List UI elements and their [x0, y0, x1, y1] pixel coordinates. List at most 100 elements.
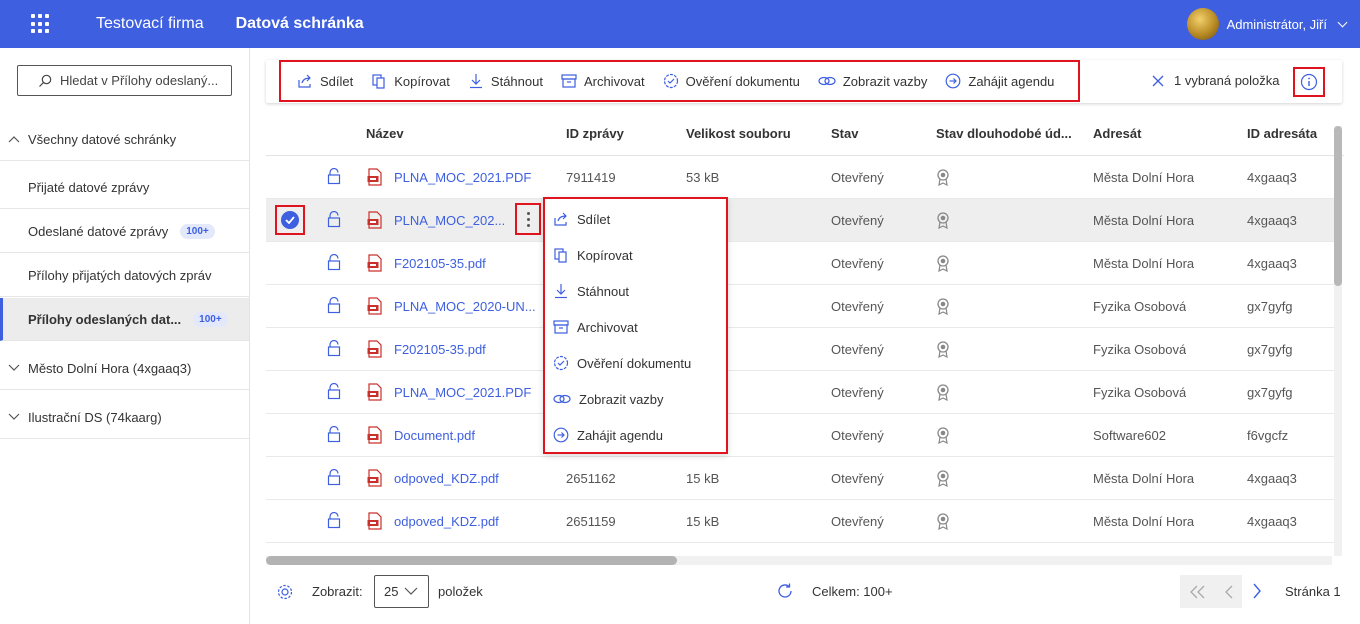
archive-button[interactable]: Archivovat	[561, 73, 645, 89]
menu-item-archive[interactable]: Archivovat	[553, 319, 638, 335]
message-id: 2651159	[566, 514, 616, 529]
archive-label: Archivovat	[583, 73, 645, 89]
menu-item-start-agenda[interactable]: Zahájit agendu	[553, 427, 663, 443]
column-header-long-term-storage[interactable]: Stav dlouhodobé úd...	[936, 126, 1072, 141]
user-name: Administrátor, Jiří	[1226, 16, 1327, 32]
table-row[interactable]: PLNA_MOC_2020-UN... Otevřený Fyzika Osobov…	[266, 285, 1334, 328]
table-row[interactable]: PLNA_MOC_2021.PDF 7911419 53 kB Otevřený Měs…	[266, 156, 1334, 199]
chevron-up-icon	[8, 136, 20, 143]
search-placeholder: Hledat v Přílohy odeslaný...	[60, 73, 219, 88]
recipient-id: 4xgaaq3	[1247, 256, 1297, 271]
sidebar-item-received-attachments[interactable]: Přílohy přijatých datových zpráv	[0, 254, 249, 297]
file-name-link[interactable]: PLNA_MOC_2020-UN...	[394, 299, 536, 314]
search-input[interactable]: Hledat v Přílohy odeslaný...	[17, 65, 232, 96]
menu-item-label: Sdílet	[577, 211, 611, 227]
sidebar: Hledat v Přílohy odeslaný... Všechny dat…	[0, 48, 250, 624]
file-size: 53 kB	[686, 170, 720, 185]
next-page-icon[interactable]	[1252, 583, 1262, 599]
file-name-link[interactable]: PLNA_MOC_2021.PDF	[394, 385, 531, 400]
table-row[interactable]: F202105-35.pdf Otevřený Fyzika Osobová gx7g…	[266, 328, 1334, 371]
horizontal-scrollbar[interactable]	[266, 556, 1332, 565]
share-button[interactable]: Sdílet	[297, 73, 353, 89]
selection-indicator: 1 vybraná položka	[1152, 73, 1280, 88]
table-row[interactable]: odpoved_KDZ.pdf 2651162 15 kB Otevřený Města…	[266, 457, 1334, 500]
row-more-button[interactable]	[515, 203, 541, 235]
pdf-file-icon	[367, 211, 382, 229]
table-footer: Zobrazit: 25 položek Celkem: 100+ Stránk…	[266, 570, 1360, 614]
sidebar-group-ilustracni-ds[interactable]: Ilustrační DS (74kaarg)	[0, 396, 249, 439]
menu-item-verify-document[interactable]: Ověření dokumentu	[553, 355, 691, 371]
info-icon	[1300, 73, 1318, 91]
table-row[interactable]: PLNA_MOC_2021.PDF Otevřený Fyzika Osobová g…	[266, 371, 1334, 414]
file-name-link[interactable]: PLNA_MOC_202...	[394, 213, 505, 228]
show-links-button[interactable]: Zobrazit vazby	[818, 73, 927, 89]
column-header-recipient-id[interactable]: ID adresáta	[1247, 126, 1317, 141]
sidebar-item-sent-attachments[interactable]: Přílohy odeslaných dat... 100+	[0, 298, 249, 341]
download-button[interactable]: Stáhnout	[468, 73, 543, 89]
recipient-id: gx7gyfg	[1247, 342, 1293, 357]
chevron-down-icon	[404, 587, 418, 595]
state: Otevřený	[831, 299, 884, 314]
table-row[interactable]: PLNA_MOC_202... Otevřený Města Dolní Hora 4…	[266, 199, 1334, 242]
first-page-icon[interactable]	[1189, 585, 1207, 599]
state: Otevřený	[831, 256, 884, 271]
pager-prev-group	[1180, 575, 1242, 608]
recipient-id: f6vgcfz	[1247, 428, 1289, 443]
chevron-down-icon	[1337, 17, 1348, 27]
table-header: Název ID zprávy Velikost souboru Stav St…	[266, 112, 1344, 156]
table-row[interactable]: F202105-35.pdf Otevřený Města Dolní Hora 4x…	[266, 242, 1334, 285]
scrollbar-thumb[interactable]	[266, 556, 677, 565]
column-header-state[interactable]: Stav	[831, 126, 858, 141]
recipient: Města Dolní Hora	[1093, 170, 1195, 185]
sidebar-group-all-boxes[interactable]: Všechny datové schránky	[0, 118, 249, 161]
page-size-select[interactable]: 25	[374, 575, 429, 608]
menu-item-label: Zahájit agendu	[577, 427, 664, 443]
column-header-recipient[interactable]: Adresát	[1093, 126, 1141, 141]
state: Otevřený	[831, 385, 884, 400]
file-name-link[interactable]: odpoved_KDZ.pdf	[394, 514, 499, 529]
refresh-icon[interactable]	[776, 582, 794, 600]
sidebar-group-label: Ilustrační DS (74kaarg)	[28, 409, 162, 425]
file-name-link[interactable]: odpoved_KDZ.pdf	[394, 471, 499, 486]
table-row[interactable]: Document.pdf Otevřený Software602 f6vgcfz	[266, 414, 1334, 457]
menu-item-download[interactable]: Stáhnout	[553, 283, 629, 299]
lock-open-icon	[327, 512, 341, 529]
table-row[interactable]: odpoved_KDZ.pdf 2651159 15 kB Otevřený Města…	[266, 500, 1334, 543]
row-checkbox[interactable]	[275, 205, 305, 235]
menu-item-share[interactable]: Sdílet	[553, 211, 610, 227]
start-agenda-button[interactable]: Zahájit agendu	[945, 73, 1054, 89]
link-icon	[818, 76, 836, 86]
sidebar-item-sent-messages[interactable]: Odeslané datové zprávy 100+	[0, 210, 249, 253]
column-header-message-id[interactable]: ID zprávy	[566, 126, 624, 141]
previous-page-icon[interactable]	[1224, 585, 1234, 599]
link-icon	[553, 394, 571, 404]
info-button[interactable]	[1293, 67, 1325, 97]
share-label: Sdílet	[320, 73, 354, 89]
verify-document-button[interactable]: Ověření dokumentu	[663, 73, 800, 89]
sidebar-group-mesto-dolni-hora[interactable]: Město Dolní Hora (4xgaaq3)	[0, 347, 249, 390]
gear-icon[interactable]	[276, 583, 294, 601]
file-name-link[interactable]: PLNA_MOC_2021.PDF	[394, 170, 531, 185]
arrow-circle-right-icon	[945, 73, 961, 89]
company-name[interactable]: Testovací firma	[96, 15, 204, 33]
close-icon[interactable]	[1152, 75, 1164, 87]
file-name-link[interactable]: F202105-35.pdf	[394, 256, 486, 271]
column-header-name[interactable]: Název	[366, 126, 404, 141]
menu-item-label: Stáhnout	[577, 283, 630, 299]
sidebar-item-received-messages[interactable]: Přijaté datové zprávy	[0, 166, 249, 209]
menu-item-copy[interactable]: Kopírovat	[553, 247, 633, 263]
vertical-scrollbar[interactable]	[1334, 126, 1342, 556]
recipient: Města Dolní Hora	[1093, 471, 1195, 486]
app-title: Datová schránka	[235, 15, 364, 32]
file-name-link[interactable]: F202105-35.pdf	[394, 342, 486, 357]
column-header-file-size[interactable]: Velikost souboru	[686, 126, 791, 141]
file-name-link[interactable]: Document.pdf	[394, 428, 475, 443]
app-launcher-icon[interactable]	[31, 14, 51, 34]
more-vertical-icon	[526, 211, 530, 227]
copy-button[interactable]: Kopírovat	[371, 73, 450, 89]
scrollbar-thumb[interactable]	[1334, 126, 1342, 286]
user-menu[interactable]: Administrátor, Jiří	[1186, 8, 1348, 40]
menu-item-show-links[interactable]: Zobrazit vazby	[553, 391, 664, 407]
verified-badge-icon	[663, 73, 678, 89]
recipient-id: 4xgaaq3	[1247, 471, 1297, 486]
